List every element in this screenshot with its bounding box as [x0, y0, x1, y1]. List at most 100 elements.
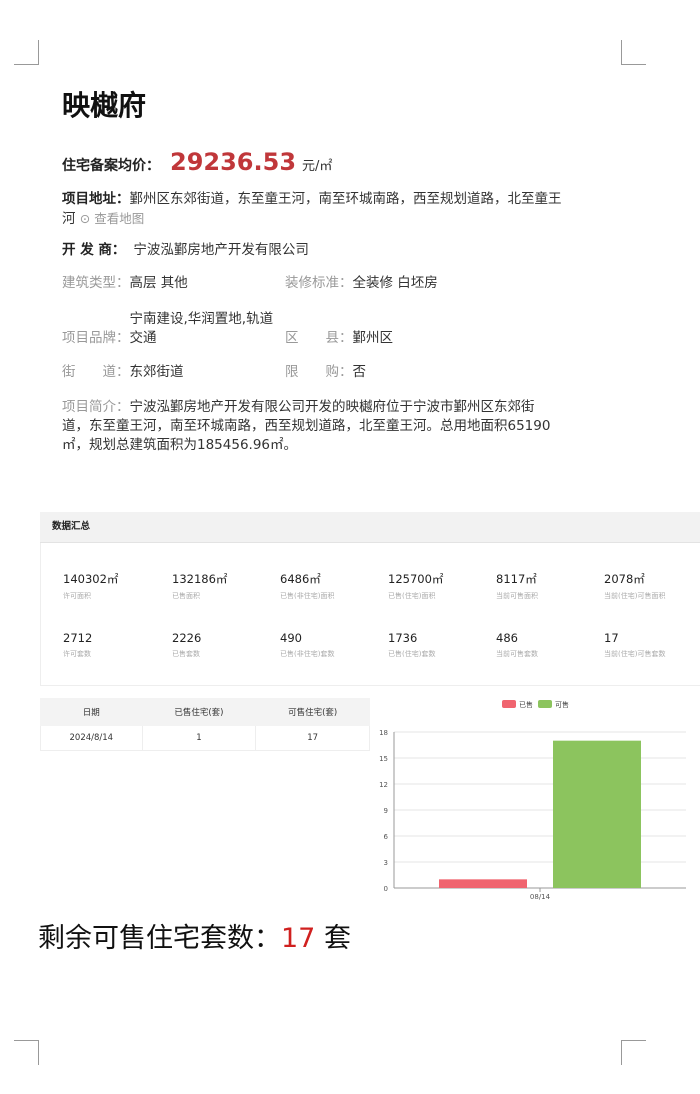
summary-suffix: 套 [323, 923, 351, 954]
y-tick-label: 18 [379, 729, 388, 737]
legend-label: 可售 [555, 700, 569, 709]
stat-sold-nonres-area: 6486㎡已售(非住宅)面积 [280, 571, 334, 601]
stat-label: 已售套数 [172, 650, 200, 658]
address-label: 项目地址： [62, 191, 130, 207]
purchase-limit-label: 限 购： [285, 364, 353, 380]
stat-label: 许可套数 [63, 650, 91, 658]
street-value: 东郊街道 [129, 364, 184, 380]
stat-value: 1736 [388, 631, 418, 645]
stat-available-res-units: 17 当前(住宅)可售套数 [604, 631, 665, 659]
legend-label: 已售 [519, 700, 533, 709]
col-sold-header: 已售住宅(套) [141, 698, 257, 726]
decoration-label: 装修标准： [285, 275, 353, 291]
stat-label: 当前可售套数 [496, 650, 538, 658]
stat-value: 8117㎡ [496, 572, 537, 586]
stat-sold-units: 2226 已售套数 [172, 631, 201, 659]
building-type-row: 建筑类型：高层 其他 [62, 274, 188, 293]
y-tick-label: 6 [384, 833, 389, 841]
project-intro: 项目简介：宁波泓鄞房地产开发有限公司开发的映樾府位于宁波市鄞州区东郊街道，东至童… [62, 398, 554, 455]
price-value: 29236.53 [170, 148, 297, 176]
stat-label: 当前(住宅)可售套数 [604, 650, 666, 658]
bar-available [553, 740, 641, 888]
brand-row: 项目品牌： 宁南建设,华润置地,轨道 交通 [62, 310, 273, 348]
purchase-limit-row: 限 购：否 [285, 363, 366, 382]
stat-value: 2078㎡ [604, 572, 645, 586]
legend-swatch [538, 700, 552, 708]
col-date-header: 日期 [40, 698, 143, 726]
crop-mark-top-left [14, 40, 39, 65]
bar-sold [439, 879, 527, 888]
intro-text: 宁波泓鄞房地产开发有限公司开发的映樾府位于宁波市鄞州区东郊街道，东至童王河，南至… [62, 399, 551, 453]
stat-value: 132186㎡ [172, 572, 228, 586]
stat-label: 当前(住宅)可售面积 [604, 592, 666, 600]
stat-available-area: 8117㎡当前可售面积 [496, 571, 538, 601]
price-row: 住宅备案均价： 29236.53 元/㎡ [62, 148, 332, 176]
intro-label: 项目简介： [62, 399, 130, 415]
brand-value-line1: 宁南建设,华润置地,轨道 [129, 311, 274, 327]
price-unit: 元/㎡ [302, 159, 333, 174]
stat-available-res-area: 2078㎡当前(住宅)可售面积 [604, 571, 665, 601]
stat-sold-res-area: 125700㎡已售(住宅)面积 [388, 571, 443, 601]
stat-label: 已售面积 [172, 592, 200, 600]
district-row: 区 县：鄞州区 [285, 329, 393, 348]
stat-label: 已售(住宅)面积 [388, 592, 436, 600]
table-row: 2024/8/14 1 17 [40, 725, 370, 751]
purchase-limit-value: 否 [352, 364, 367, 380]
stat-permit-units: 2712 许可套数 [63, 631, 92, 659]
stat-label: 已售(住宅)套数 [388, 650, 436, 658]
cell-available: 17 [255, 725, 370, 751]
stat-value: 2226 [172, 631, 202, 645]
stat-value: 486 [496, 631, 518, 645]
data-summary-title: 数据汇总 [40, 512, 700, 543]
street-row: 街 道：东郊街道 [62, 363, 184, 382]
summary-count: 17 [281, 923, 316, 954]
decoration-value: 全装修 白坯房 [352, 275, 438, 291]
building-type-label: 建筑类型： [62, 275, 130, 291]
crop-mark-bottom-right [621, 1040, 646, 1065]
y-tick-label: 15 [379, 755, 388, 763]
stat-sold-area: 132186㎡已售面积 [172, 571, 227, 601]
building-type-value: 高层 其他 [129, 275, 188, 291]
stat-sold-res-units: 1736 已售(住宅)套数 [388, 631, 435, 659]
col-available-header: 可售住宅(套) [255, 698, 370, 726]
district-value: 鄞州区 [352, 330, 394, 346]
data-summary-panel: 数据汇总 140302㎡许可面积 132186㎡已售面积 6486㎡已售(非住宅… [40, 512, 700, 686]
stat-value: 490 [280, 631, 302, 645]
price-label: 住宅备案均价： [62, 158, 160, 174]
decoration-row: 装修标准：全装修 白坯房 [285, 274, 438, 293]
legend-swatch [502, 700, 516, 708]
y-tick-label: 9 [384, 807, 388, 815]
summary-prefix: 剩余可售住宅套数： [38, 923, 281, 954]
district-label: 区 县： [285, 330, 353, 346]
crop-mark-top-right [621, 40, 646, 65]
address-block: 项目地址：鄞州区东郊街道，东至童王河，南至环城南路，西至规划道路，北至童王河 ⊙… [62, 190, 562, 229]
y-tick-label: 12 [379, 781, 388, 789]
stat-value: 6486㎡ [280, 572, 321, 586]
stat-available-units: 486 当前可售套数 [496, 631, 538, 659]
developer-name: 宁波泓鄞房地产开发有限公司 [133, 242, 309, 258]
stat-sold-nonres-units: 490 已售(非住宅)套数 [280, 631, 334, 659]
crop-mark-bottom-left [14, 1040, 39, 1065]
x-tick-label: 08/14 [530, 893, 551, 901]
stat-label: 许可面积 [63, 592, 91, 600]
stat-value: 17 [604, 631, 619, 645]
stat-label: 已售(非住宅)面积 [280, 592, 335, 600]
sales-table: 日期 已售住宅(套) 可售住宅(套) 2024/8/14 1 17 [40, 698, 370, 751]
street-label: 街 道： [62, 364, 130, 380]
y-tick-label: 0 [384, 885, 388, 893]
stat-value: 125700㎡ [388, 572, 444, 586]
stat-label: 已售(非住宅)套数 [280, 650, 335, 658]
table-header-row: 日期 已售住宅(套) 可售住宅(套) [40, 698, 370, 726]
brand-value-line2: 交通 [129, 330, 157, 346]
developer-label: 开 发 商： [62, 242, 126, 258]
view-map-link[interactable]: ⊙ 查看地图 [80, 211, 144, 226]
stat-label: 当前可售面积 [496, 592, 538, 600]
cell-sold: 1 [141, 725, 257, 751]
stat-value: 140302㎡ [63, 572, 119, 586]
project-title: 映樾府 [62, 89, 147, 122]
stat-value: 2712 [63, 631, 93, 645]
y-tick-label: 3 [384, 859, 388, 867]
sales-bar-chart: 0 3 6 9 12 15 18 已售 可售 08/14 [379, 700, 686, 901]
developer-row: 开 发 商： 宁波泓鄞房地产开发有限公司 [62, 238, 309, 258]
remaining-summary: 剩余可售住宅套数：17 套 [38, 916, 351, 955]
